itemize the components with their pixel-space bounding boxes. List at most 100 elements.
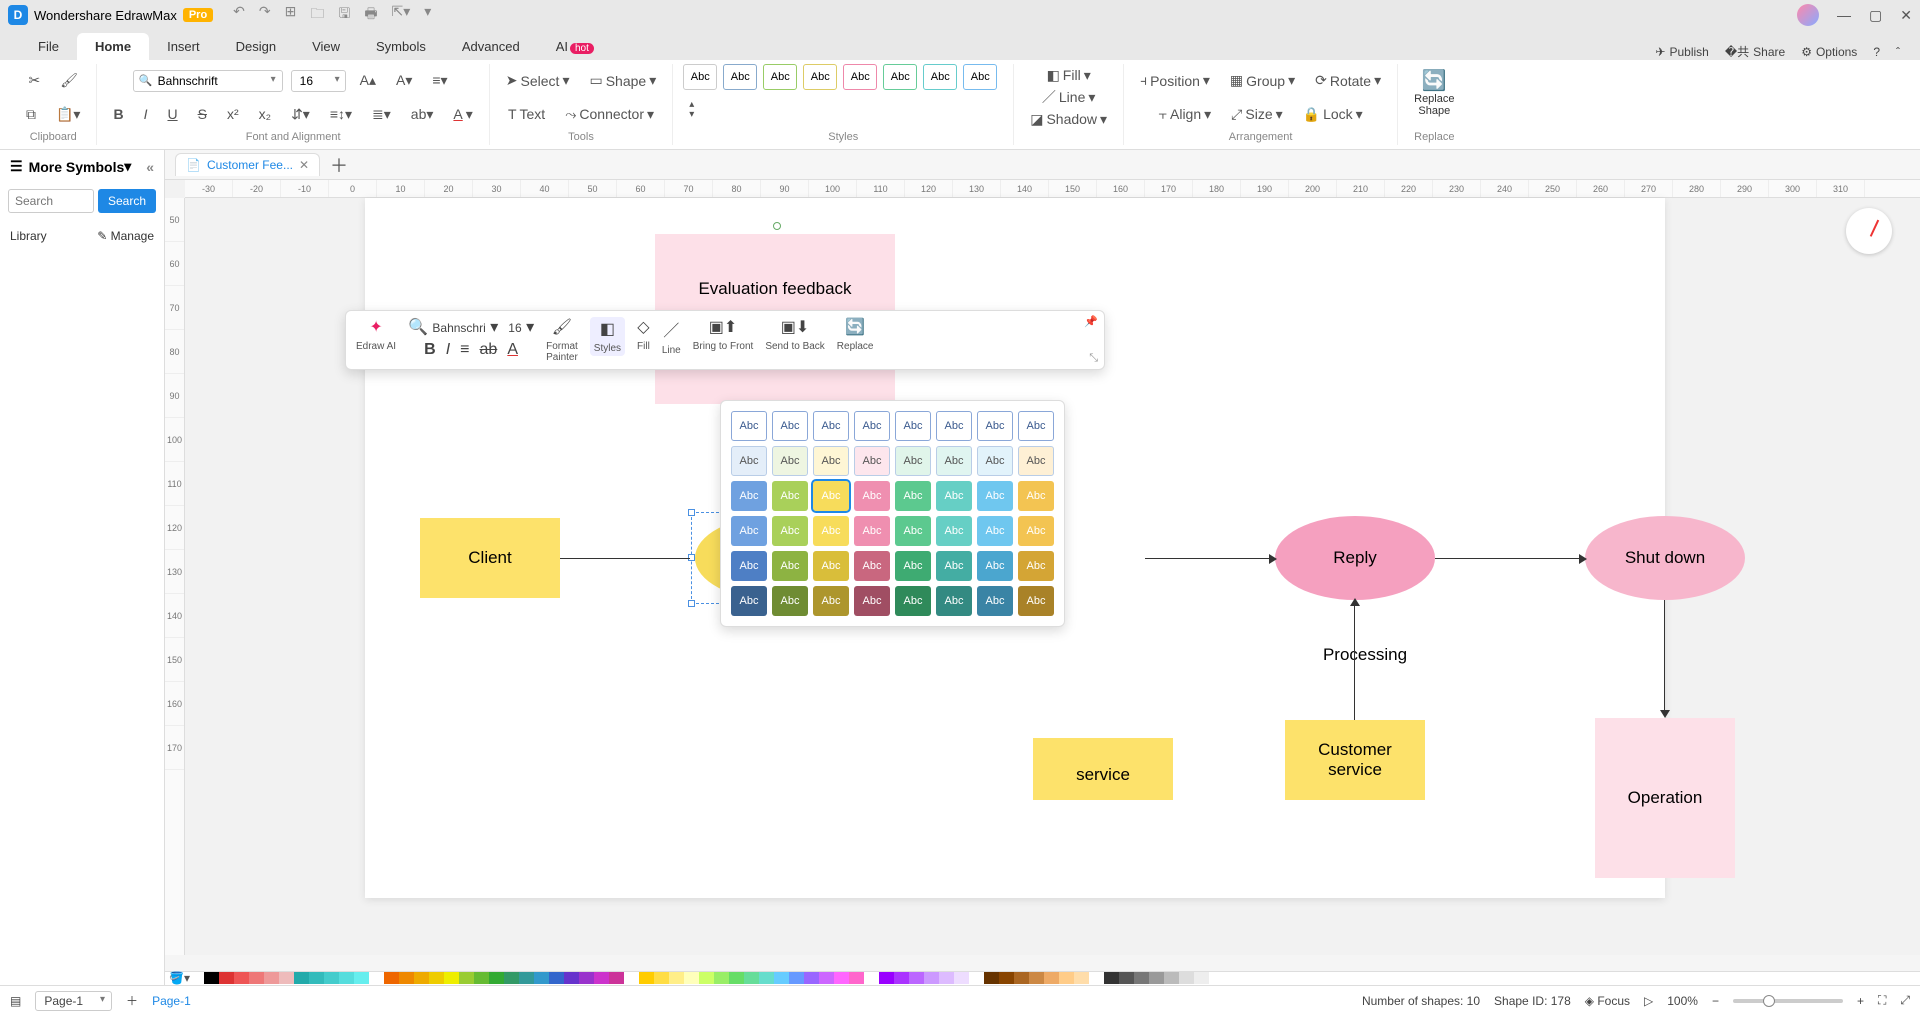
- line-spacing-icon[interactable]: ≡↕▾: [324, 102, 358, 127]
- style-swatch[interactable]: Abc: [813, 586, 849, 616]
- strike-icon[interactable]: S: [192, 102, 213, 126]
- presentation-icon[interactable]: ▷: [1644, 994, 1653, 1008]
- style-swatch[interactable]: Abc: [936, 516, 972, 546]
- ctx-bring-front-icon[interactable]: ▣⬆: [709, 317, 738, 337]
- style-swatch[interactable]: Abc: [977, 586, 1013, 616]
- color-swatch[interactable]: [1089, 972, 1104, 984]
- connector[interactable]: [1354, 600, 1355, 720]
- label-processing[interactable]: Processing: [1305, 643, 1425, 667]
- bullets-icon[interactable]: ≣▾: [366, 102, 397, 127]
- color-swatch[interactable]: [1209, 972, 1224, 984]
- style-swatch[interactable]: Abc: [895, 481, 931, 511]
- color-swatch[interactable]: [1074, 972, 1089, 984]
- text-case-icon[interactable]: ab▾: [405, 102, 440, 127]
- color-swatch[interactable]: [249, 972, 264, 984]
- resize-handle[interactable]: [688, 600, 695, 607]
- color-swatch[interactable]: [669, 972, 684, 984]
- focus-button[interactable]: ◈ Focus: [1585, 994, 1630, 1008]
- style-swatch[interactable]: Abc: [977, 516, 1013, 546]
- tab-symbols[interactable]: Symbols: [358, 33, 444, 60]
- rotate-button[interactable]: ⟳ Rotate▾: [1309, 68, 1387, 93]
- shape-customer-service-1[interactable]: service: [1033, 738, 1173, 800]
- color-swatch[interactable]: [1104, 972, 1119, 984]
- font-color-icon[interactable]: A▾: [447, 102, 478, 127]
- style-swatch[interactable]: Abc: [936, 411, 972, 441]
- style-swatch[interactable]: Abc: [731, 481, 767, 511]
- qat-more-icon[interactable]: ▾: [424, 3, 431, 27]
- style-swatch[interactable]: Abc: [803, 64, 837, 90]
- style-swatch[interactable]: Abc: [731, 411, 767, 441]
- style-swatch[interactable]: Abc: [813, 516, 849, 546]
- style-swatch[interactable]: Abc: [1018, 586, 1054, 616]
- connector[interactable]: [1435, 558, 1585, 559]
- format-painter-icon[interactable]: 🖌: [54, 68, 84, 93]
- style-swatch[interactable]: Abc: [772, 551, 808, 581]
- shrink-font-icon[interactable]: A▾: [390, 68, 418, 93]
- canvas[interactable]: -30-20-100102030405060708090100110120130…: [165, 180, 1920, 955]
- style-swatch[interactable]: Abc: [1018, 446, 1054, 476]
- help-icon[interactable]: ?: [1873, 43, 1880, 60]
- color-swatch[interactable]: [699, 972, 714, 984]
- style-swatch[interactable]: Abc: [895, 516, 931, 546]
- color-swatch[interactable]: [1179, 972, 1194, 984]
- color-swatch[interactable]: [564, 972, 579, 984]
- color-swatch[interactable]: [804, 972, 819, 984]
- library-link[interactable]: Library: [10, 229, 47, 243]
- color-swatch[interactable]: [309, 972, 324, 984]
- tab-design[interactable]: Design: [218, 33, 294, 60]
- page-tab[interactable]: Page-1: [152, 994, 191, 1008]
- size-button[interactable]: ⤢ Size▾: [1225, 102, 1288, 127]
- style-swatch[interactable]: Abc: [843, 64, 877, 90]
- page-list-icon[interactable]: ▤: [10, 994, 21, 1008]
- ctx-align-icon[interactable]: ≡: [460, 341, 469, 359]
- style-swatch[interactable]: Abc: [977, 481, 1013, 511]
- collapse-panel-icon[interactable]: «: [146, 159, 154, 175]
- fit-page-icon[interactable]: ⛶: [1878, 993, 1886, 1008]
- tab-advanced[interactable]: Advanced: [444, 33, 538, 60]
- shape-customer-service-2[interactable]: Customer service: [1285, 720, 1425, 800]
- style-swatch[interactable]: Abc: [977, 551, 1013, 581]
- tab-ai[interactable]: AIhot: [538, 33, 612, 60]
- color-swatch[interactable]: [504, 972, 519, 984]
- user-avatar[interactable]: [1797, 4, 1819, 26]
- maximize-icon[interactable]: ▢: [1869, 7, 1882, 24]
- color-swatch[interactable]: [1059, 972, 1074, 984]
- style-swatch[interactable]: Abc: [936, 586, 972, 616]
- style-swatch[interactable]: Abc: [854, 481, 890, 511]
- edraw-ai-icon[interactable]: ✦: [369, 317, 382, 337]
- style-swatch[interactable]: Abc: [772, 446, 808, 476]
- style-swatch[interactable]: Abc: [772, 516, 808, 546]
- paste-icon[interactable]: 📋▾: [50, 102, 86, 127]
- add-tab-icon[interactable]: ＋: [330, 152, 348, 178]
- ctx-replace-icon[interactable]: 🔄: [845, 317, 865, 337]
- align-horiz-icon[interactable]: ≡▾: [426, 68, 453, 93]
- color-swatch[interactable]: [414, 972, 429, 984]
- color-swatch[interactable]: [1164, 972, 1179, 984]
- style-gallery-more-icon[interactable]: ▴▾: [683, 96, 700, 124]
- share-button[interactable]: �共 Share: [1725, 43, 1785, 60]
- color-swatch[interactable]: [264, 972, 279, 984]
- color-swatch[interactable]: [744, 972, 759, 984]
- color-swatch[interactable]: [234, 972, 249, 984]
- color-swatch[interactable]: [984, 972, 999, 984]
- fullscreen-icon[interactable]: ⤢: [1900, 993, 1910, 1008]
- bold-icon[interactable]: B: [107, 102, 129, 126]
- superscript-icon[interactable]: x²: [221, 102, 245, 126]
- style-swatch[interactable]: Abc: [1018, 516, 1054, 546]
- color-swatch[interactable]: [909, 972, 924, 984]
- tab-file[interactable]: File: [20, 33, 77, 60]
- minimize-icon[interactable]: —: [1837, 7, 1851, 23]
- style-swatch[interactable]: Abc: [1018, 551, 1054, 581]
- style-swatch[interactable]: Abc: [813, 551, 849, 581]
- color-swatch[interactable]: [1134, 972, 1149, 984]
- color-swatch[interactable]: [1149, 972, 1164, 984]
- connector[interactable]: [560, 558, 690, 559]
- color-swatch[interactable]: [519, 972, 534, 984]
- style-swatch[interactable]: Abc: [772, 411, 808, 441]
- style-swatch[interactable]: Abc: [731, 446, 767, 476]
- ctx-send-back-icon[interactable]: ▣⬇: [781, 317, 810, 337]
- add-page-icon[interactable]: ＋: [126, 992, 138, 1009]
- ctx-size-combo[interactable]: 16 ▾: [508, 317, 534, 337]
- color-swatch[interactable]: [654, 972, 669, 984]
- color-swatch[interactable]: [444, 972, 459, 984]
